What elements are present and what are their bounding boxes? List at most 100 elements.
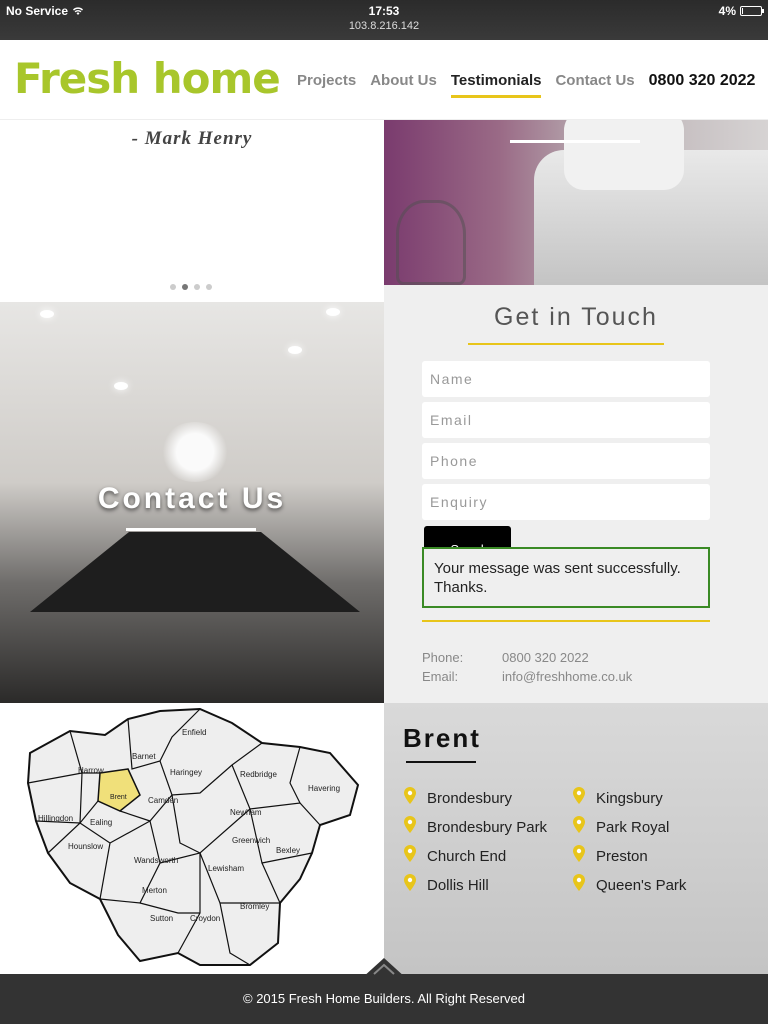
svg-text:Bexley: Bexley	[276, 846, 300, 855]
main-nav: Projects About Us Testimonials Contact U…	[297, 72, 755, 98]
map-pin-icon	[572, 845, 586, 867]
svg-text:Sutton: Sutton	[150, 914, 173, 923]
ceiling-light	[288, 346, 302, 354]
area-label: Dollis Hill	[427, 876, 489, 894]
carousel-dot[interactable]	[182, 284, 188, 290]
carousel-dot[interactable]	[170, 284, 176, 290]
email-field[interactable]: Email	[422, 402, 710, 438]
email-info-value[interactable]: info@freshhome.co.uk	[502, 669, 632, 684]
map-pin-icon	[572, 816, 586, 838]
nav-testimonials[interactable]: Testimonials	[450, 72, 542, 98]
svg-text:Harrow: Harrow	[78, 766, 104, 775]
carousel-dot[interactable]	[206, 284, 212, 290]
nav-projects[interactable]: Projects	[297, 72, 356, 98]
london-boroughs-map[interactable]: Enfield Barnet Harrow Haringey Redbridge…	[0, 703, 384, 974]
area-item[interactable]: Church End	[403, 845, 506, 867]
enquiry-field[interactable]: Enquiry	[422, 484, 710, 520]
area-label: Brondesbury Park	[427, 818, 548, 836]
brent-title-underline	[406, 761, 476, 763]
status-bar: No Service 17:53 103.8.216.142 4%	[0, 0, 768, 40]
map-pin-icon	[572, 874, 586, 896]
svg-text:Bromley: Bromley	[240, 902, 269, 911]
map-pin-icon	[403, 787, 417, 809]
brent-title: Brent	[403, 723, 481, 753]
carousel-dot[interactable]	[194, 284, 200, 290]
battery-status: 4%	[718, 4, 764, 18]
scroll-to-top-icon[interactable]	[362, 956, 406, 978]
svg-text:Newham: Newham	[230, 808, 262, 817]
title-underline	[468, 343, 664, 345]
phone-info: Phone: 0800 320 2022	[422, 650, 589, 665]
ceiling-light	[326, 308, 340, 316]
clock: 17:53	[368, 4, 400, 18]
area-label: Preston	[596, 847, 648, 865]
testimonials-banner-image	[384, 120, 768, 285]
area-label: Kingsbury	[596, 789, 663, 807]
nav-phone-number[interactable]: 0800 320 2022	[649, 72, 756, 98]
fresh-home-logo[interactable]: Fresh home	[14, 56, 281, 102]
banner-underline	[510, 140, 640, 143]
phone-info-value[interactable]: 0800 320 2022	[502, 650, 589, 665]
map-pin-icon	[403, 816, 417, 838]
svg-text:Brent: Brent	[110, 794, 127, 801]
contact-banner-underline	[126, 528, 256, 531]
area-label: Church End	[427, 847, 507, 865]
svg-text:Barnet: Barnet	[132, 752, 156, 761]
svg-text:Wandsworth: Wandsworth	[134, 856, 178, 865]
nav-about-us[interactable]: About Us	[370, 72, 437, 98]
name-field[interactable]: Name	[422, 361, 710, 397]
contact-form-panel: Get in Touch Name Email Phone Enquiry Se…	[384, 285, 768, 703]
area-item[interactable]: Park Royal	[572, 816, 669, 838]
phone-info-label: Phone:	[422, 650, 464, 665]
svg-text:Redbridge: Redbridge	[240, 770, 277, 779]
testimonial-panel: - Mark Henry	[0, 120, 384, 302]
map-pin-icon	[572, 787, 586, 809]
url-display[interactable]: 103.8.216.142	[0, 20, 768, 32]
svg-text:Hounslow: Hounslow	[68, 842, 103, 851]
area-item[interactable]: Preston	[572, 845, 648, 867]
area-item[interactable]: Kingsbury	[572, 787, 663, 809]
svg-text:Hillingdon: Hillingdon	[38, 814, 73, 823]
svg-text:Camden: Camden	[148, 796, 178, 805]
london-map-svg: Enfield Barnet Harrow Haringey Redbridge…	[26, 707, 360, 966]
svg-text:Croydon: Croydon	[190, 914, 220, 923]
area-item[interactable]: Brondesbury Park	[403, 816, 547, 838]
area-label: Queen's Park	[596, 876, 687, 894]
site-header: Fresh home Projects About Us Testimonial…	[0, 40, 768, 120]
email-info: Email: info@freshhome.co.uk	[422, 669, 632, 684]
map-pin-icon	[403, 874, 417, 896]
area-item[interactable]: Queen's Park	[572, 874, 686, 896]
phone-field[interactable]: Phone	[422, 443, 710, 479]
map-label: Enfield	[182, 728, 206, 737]
brent-areas-panel: Brent Brondesbury Brondesbury Park Church …	[384, 703, 768, 974]
svg-text:Ealing: Ealing	[90, 818, 112, 827]
site-footer: © 2015 Fresh Home Builders. All Right Re…	[0, 958, 768, 1024]
lamp-shape	[396, 200, 466, 285]
battery-icon	[740, 6, 764, 16]
area-label: Brondesbury	[427, 789, 513, 807]
copyright-text: © 2015 Fresh Home Builders. All Right Re…	[243, 991, 525, 1006]
ceiling-light	[114, 382, 128, 390]
form-divider	[422, 620, 710, 622]
svg-text:Lewisham: Lewisham	[208, 864, 244, 873]
svg-text:Greenwich: Greenwich	[232, 836, 270, 845]
svg-text:Havering: Havering	[308, 784, 340, 793]
area-label: Park Royal	[596, 818, 670, 836]
conference-table	[30, 532, 360, 612]
nav-contact-us[interactable]: Contact Us	[555, 72, 634, 98]
contact-banner-image: Contact Us	[0, 302, 384, 703]
pillow-shape	[564, 120, 684, 190]
area-item[interactable]: Brondesbury	[403, 787, 512, 809]
battery-label: 4%	[718, 4, 736, 18]
success-message: Your message was sent successfully. Than…	[422, 547, 710, 608]
carousel-dots	[170, 284, 212, 290]
contact-form-title: Get in Touch	[494, 303, 658, 331]
flower-vase	[160, 422, 230, 482]
map-pin-icon	[403, 845, 417, 867]
svg-text:Haringey: Haringey	[170, 768, 202, 777]
svg-text:Merton: Merton	[142, 886, 167, 895]
contact-banner-title: Contact Us	[97, 482, 287, 515]
email-info-label: Email:	[422, 669, 459, 684]
ceiling-light	[40, 310, 54, 318]
area-item[interactable]: Dollis Hill	[403, 874, 489, 896]
